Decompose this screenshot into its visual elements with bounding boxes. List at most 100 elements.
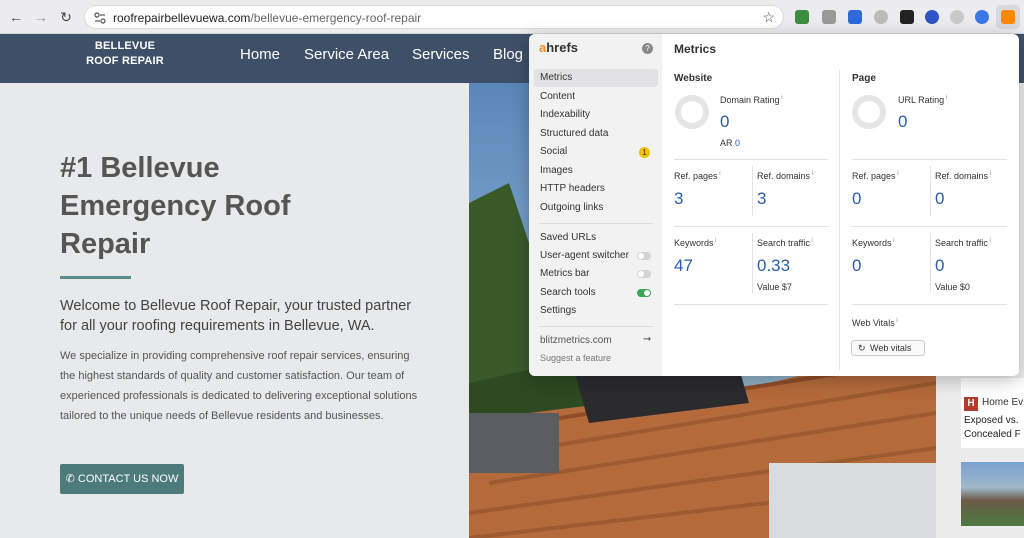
url-rating-ring [852,95,886,129]
phone-icon: ✆ [65,473,78,485]
browser-toolbar: ← → ↻ roofrepairbellevuewa.com/bellevue-… [0,0,1024,34]
extension-icon-grey[interactable] [874,10,888,24]
extension-icon-globe[interactable] [950,10,964,24]
tool-user-agent-switcher[interactable]: User-agent switcher [534,247,658,265]
sidebar-divider-2 [539,326,653,327]
reload-button[interactable]: ↻ [56,7,76,27]
website-ref-pages-value[interactable]: 3 [674,189,683,209]
page-ref-pages-value[interactable]: 0 [852,189,861,209]
tool-metrics-bar[interactable]: Metrics bar [534,265,658,283]
forward-button[interactable]: → [31,7,51,27]
menu-social-label: Social [540,146,568,157]
domain-rating-label: Domain Rating i [720,95,783,105]
page-ref-domains-value[interactable]: 0 [935,189,944,209]
page-traffic-value[interactable]: 0 [935,256,944,276]
page-heading: Page [852,73,876,84]
extension-icon-circle[interactable] [925,10,939,24]
domain-rating-value: 0 [720,112,730,131]
website-divider-1 [674,159,828,160]
hero-lead: Welcome to Bellevue Roof Repair, your tr… [60,298,412,334]
menu-structured-data[interactable]: Structured data [534,125,658,143]
column-separator [839,70,840,370]
ahrefs-logo: ahrefs [539,40,579,55]
extension-icon-bu[interactable] [795,10,809,24]
website-vsep-1 [752,166,753,216]
panel-title: Metrics [674,42,717,56]
nav-services[interactable]: Services [412,46,470,63]
sidebar-brand: Home Ev [982,397,1024,408]
tool-search-tools[interactable]: Search tools [534,284,658,302]
metrics-panel: Metrics Website Domain Rating i 0 AR 0 R… [662,34,1019,376]
menu-http-headers[interactable]: HTTP headers [534,180,658,198]
extension-icon-code[interactable] [822,10,836,24]
ahrefs-sidebar: ahrefs ? Metrics Content Indexability St… [529,34,662,376]
page-ref-domains-label: Ref. domains i [935,171,992,181]
web-vitals-button[interactable]: ↻ Web vitals [851,340,925,356]
website-traffic-value[interactable]: 0.33 [757,256,790,276]
ahrefs-popup: ahrefs ? Metrics Content Indexability St… [529,34,1019,376]
logo-line-2: ROOF REPAIR [86,55,164,67]
ahrefs-extension-button[interactable] [996,5,1020,29]
website-keywords-value[interactable]: 47 [674,256,693,276]
home-brand-logo: H [964,397,978,411]
extension-icon-blue[interactable] [848,10,862,24]
search-tools-label: Search tools [540,287,596,298]
logout-icon[interactable]: ➞ [643,335,653,345]
metrics-bar-label: Metrics bar [540,268,590,279]
extension-icon-dark[interactable] [900,10,914,24]
menu-content[interactable]: Content [534,88,658,106]
menu-metrics[interactable]: Metrics [534,69,658,87]
domain-rating-ring [675,95,709,129]
page-traffic-label: Search traffic i [935,238,991,248]
ar-row: AR 0 [720,138,741,148]
page-divider-3 [852,304,1007,305]
site-settings-icon[interactable] [94,12,106,24]
page-keywords-label: Keywords i [852,238,895,248]
help-icon[interactable]: ? [642,43,653,54]
logo-line-1: BELLEVUE [94,40,156,52]
page-vsep-2 [930,233,931,293]
website-ref-domains-value[interactable]: 3 [757,189,766,209]
nav-home[interactable]: Home [240,46,280,63]
site-logo[interactable]: BELLEVUE ROOF REPAIR [80,39,170,69]
sidebar-article-title[interactable]: Exposed vs. Concealed F [964,414,1024,442]
extension-icon-chrome[interactable] [975,10,989,24]
menu-indexability[interactable]: Indexability [534,106,658,124]
website-divider-2 [674,226,828,227]
website-traffic-label: Search traffic i [757,238,813,248]
page-vsep-1 [930,166,931,216]
website-keywords-label: Keywords i [674,238,717,248]
contact-us-label: CONTACT US NOW [77,473,179,485]
social-warning-badge: 1 [639,147,650,158]
menu-images[interactable]: Images [534,162,658,180]
page-traffic-value-usd: Value $0 [935,282,970,292]
bookmark-star-icon[interactable]: ☆ [762,9,775,26]
ahrefs-extension-icon [1001,10,1015,24]
website-vsep-2 [752,233,753,293]
website-heading: Website [674,73,713,84]
website-traffic-value-usd: Value $7 [757,282,792,292]
address-bar[interactable]: roofrepairbellevuewa.com/bellevue-emerge… [84,5,784,29]
menu-social[interactable]: Social 1 [534,143,658,161]
page-keywords-value[interactable]: 0 [852,256,861,276]
nav-service-area[interactable]: Service Area [304,46,389,63]
sidebar-article-image[interactable] [961,462,1024,526]
tool-saved-urls[interactable]: Saved URLs [534,229,658,247]
hero-divider [60,276,131,279]
back-button[interactable]: ← [6,7,26,27]
contact-us-button[interactable]: ✆ CONTACT US NOW [60,464,184,494]
web-vitals-button-label: Web vitals [870,343,912,353]
search-tools-toggle[interactable] [637,289,651,297]
menu-outgoing-links[interactable]: Outgoing links [534,199,658,217]
metrics-bar-toggle[interactable] [637,270,651,278]
suggest-feature-link[interactable]: Suggest a feature [540,353,611,363]
user-agent-toggle[interactable] [637,252,651,260]
account-email: blitzmetrics.com [540,335,612,346]
tool-settings[interactable]: Settings [534,302,658,320]
page-divider-2 [852,226,1007,227]
url-host: roofrepairbellevuewa.com [113,11,251,25]
hero-section: #1 Bellevue Emergency Roof Repair Welcom… [0,83,469,538]
nav-blog[interactable]: Blog [493,46,523,63]
refresh-icon: ↻ [858,343,866,353]
page-ref-pages-label: Ref. pages i [852,171,899,181]
